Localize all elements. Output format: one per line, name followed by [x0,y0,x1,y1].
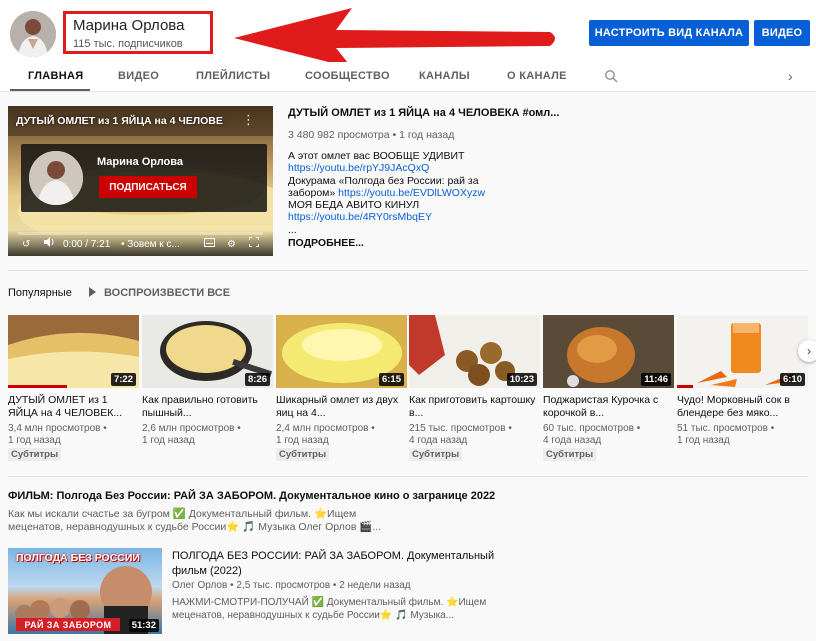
subtitles-badge: Субтитры [409,448,463,461]
video-duration: 10:23 [506,373,537,386]
thumbnail-caption: РАЙ ЗА ЗАБОРОМ [16,618,120,631]
featured-video-player[interactable]: ДУТЫЙ ОМЛЕТ из 1 ЯЙЦА на 4 ЧЕЛОВЕ ⋮ Мари… [8,106,273,256]
subtitles-badge: Субтитры [276,448,330,461]
video-duration: 6:10 [779,373,805,386]
play-all-label: ВОСПРОИЗВЕСТИ ВСЕ [104,287,231,299]
subtitles-badge: Субтитры [543,448,597,461]
description-link[interactable]: https://youtu.be/4RY0rsMbqEY [288,211,432,223]
tab-home[interactable]: ГЛАВНАЯ [28,70,83,82]
video-description: НАЖМИ-СМОТРИ-ПОЛУЧАЙ ✅ Документальный фи… [172,597,487,621]
channel-name[interactable]: Марина Орлова [73,17,184,34]
video-age: 1 год назад [276,435,329,446]
tab-about[interactable]: О КАНАЛЕ [507,70,567,82]
customize-channel-button[interactable]: НАСТРОИТЬ ВИД КАНАЛА [589,20,749,46]
video-thumbnail[interactable]: 8:26 [142,315,273,388]
description-link[interactable]: https://youtu.be/rpYJ9JAcQxQ [288,162,429,174]
description-ellipsis: ... [288,223,297,236]
tab-playlists[interactable]: ПЛЕЙЛИСТЫ [196,70,270,82]
video-age: 4 года назад [409,435,468,446]
featured-video-description: А этот омлет вас ВООБЩЕ УДИВИТ https://y… [288,150,558,236]
subscribe-card-channel-name: Марина Орлова [97,156,184,168]
video-title[interactable]: Шикарный омлет из двух яиц на 4... [276,394,407,419]
fullscreen-icon[interactable] [248,236,260,250]
section-divider [8,270,808,271]
player-video-title[interactable]: ДУТЫЙ ОМЛЕТ из 1 ЯЙЦА на 4 ЧЕЛОВЕ [16,115,223,127]
video-age: 1 год назад [677,435,730,446]
video-thumbnail[interactable]: 6:15 [276,315,407,388]
video-title[interactable]: ДУТЫЙ ОМЛЕТ из 1 ЯЙЦА на 4 ЧЕЛОВЕК... [8,394,139,419]
shelf-title[interactable]: Популярные [8,287,72,299]
chevron-right-icon[interactable]: › [798,340,816,362]
subscribe-button[interactable]: ПОДПИСАТЬСЯ [99,176,197,198]
featured-video-title[interactable]: ДУТЫЙ ОМЛЕТ из 1 ЯЙЦА на 4 ЧЕЛОВЕКА #омл… [288,107,559,119]
video-thumbnail[interactable]: 6:10 [677,315,808,388]
video-age: 1 год назад [8,435,61,446]
gear-icon[interactable]: ⚙ [227,239,236,250]
channel-header: Марина Орлова 115 тыс. подписчиков НАСТР… [0,0,816,68]
subscribe-card: Марина Орлова ПОДПИСАТЬСЯ [21,144,267,212]
video-thumbnail[interactable]: 7:22 [8,315,139,388]
playlist-shelf-description: Как мы искали счастье за бугром ✅ Докуме… [8,508,382,533]
channel-avatar[interactable] [10,11,56,57]
subtitles-icon[interactable] [204,238,215,250]
tab-videos[interactable]: ВИДЕО [118,70,159,82]
active-tab-indicator [10,89,90,91]
show-more-link[interactable]: ПОДРОБНЕЕ... [288,237,364,249]
subtitles-badge: Субтитры [8,448,62,461]
description-line: забором» [288,186,339,199]
video-views: 2,6 млн просмотров • [142,423,241,434]
video-duration: 6:15 [378,373,404,386]
tab-community[interactable]: СООБЩЕСТВО [305,70,390,82]
video-thumbnail[interactable]: 10:23 [409,315,540,388]
channel-tabs: ГЛАВНАЯ ВИДЕО ПЛЕЙЛИСТЫ СООБЩЕСТВО КАНАЛ… [0,62,816,92]
player-progress-bar[interactable] [18,232,263,235]
featured-video-meta: 3 480 982 просмотра • 1 год назад [288,129,455,141]
description-line: Докурама «Полгода без России: рай за [288,174,479,187]
video-views: 215 тыс. просмотров • [409,423,512,434]
watched-progress-bar [677,385,693,388]
red-arrow-annotation-icon [234,8,555,68]
search-icon[interactable] [604,69,618,83]
description-link[interactable]: https://youtu.be/EVDlLWOXyzw [338,187,485,199]
replay-icon[interactable]: ↺ [22,239,30,250]
video-title[interactable]: Поджаристая Курочка с корочкой в... [543,394,674,419]
play-icon [89,287,96,297]
volume-icon[interactable] [44,237,55,250]
more-vert-icon[interactable]: ⋮ [242,112,255,128]
video-age: 4 года назад [543,435,602,446]
section-divider [8,476,808,477]
video-duration: 7:22 [110,373,136,386]
tab-channels[interactable]: КАНАЛЫ [419,70,470,82]
video-title[interactable]: Как правильно готовить пышный... [142,394,273,419]
video-duration: 51:32 [128,619,159,632]
playlist-shelf-title[interactable]: ФИЛЬМ: Полгода Без России: РАЙ ЗА ЗАБОРО… [8,490,495,502]
chevron-right-icon[interactable]: › [788,68,800,84]
thumbnail-text: ПОЛГОДА БЕЗ РОССИИ [16,552,140,564]
video-views: 2,4 млн просмотров • [276,423,375,434]
video-duration: 11:46 [641,373,671,386]
avatar[interactable] [29,151,83,205]
subscriber-count: 115 тыс. подписчиков [73,38,183,50]
video-views: 60 тыс. просмотров • [543,423,641,434]
video-title[interactable]: ПОЛГОДА БЕЗ РОССИИ: РАЙ ЗА ЗАБОРОМ. Доку… [172,549,512,579]
video-thumbnail[interactable]: 11:46 [543,315,674,388]
player-time: 0:00 / 7:21 [63,239,111,250]
manage-videos-button[interactable]: ВИДЕО [754,20,810,46]
player-controls: ↺ 0:00 / 7:21 • Зовем к с... ⚙ [8,230,273,256]
video-title[interactable]: Как приготовить картошку в... [409,394,540,419]
description-line: А этот омлет вас ВООБЩЕ УДИВИТ [288,150,465,162]
video-title[interactable]: Чудо! Морковный сок в блендере без мяко.… [677,394,808,419]
video-duration: 8:26 [244,373,270,386]
play-all-button[interactable]: ВОСПРОИЗВЕСТИ ВСЕ [89,287,230,299]
video-meta: Олег Орлов • 2,5 тыс. просмотров • 2 нед… [172,580,411,591]
video-age: 1 год назад [142,435,195,446]
video-thumbnail[interactable]: ПОЛГОДА БЕЗ РОССИИ РАЙ ЗА ЗАБОРОМ 51:32 [8,548,162,634]
video-views: 51 тыс. просмотров • [677,423,775,434]
player-chapter[interactable]: • Зовем к с... [121,239,180,250]
description-line: МОЯ БЕДА АВИТО КИНУЛ [288,199,420,212]
watched-progress-bar [8,385,67,388]
video-views: 3,4 млн просмотров • [8,423,107,434]
